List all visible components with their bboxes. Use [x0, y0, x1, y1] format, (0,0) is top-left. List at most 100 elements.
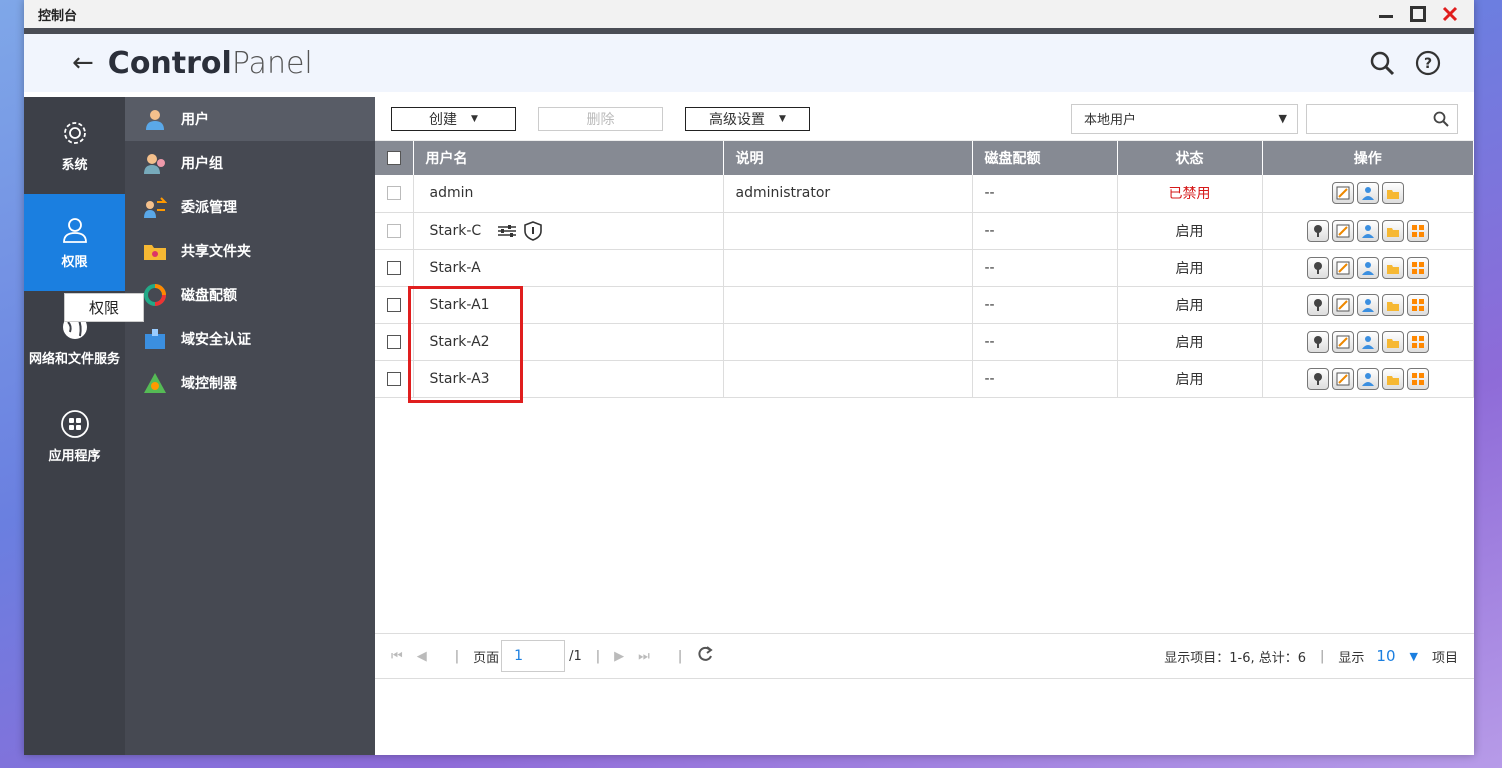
- keyhole-icon[interactable]: [1306, 367, 1329, 390]
- main-nav-rail: 系统 权限 网络和文件服务 应用程序: [24, 97, 125, 755]
- table-row[interactable]: Stark-C -- 启用: [375, 212, 1474, 250]
- keyhole-icon[interactable]: [1306, 293, 1329, 316]
- divider: |: [677, 648, 683, 664]
- shared-folder-permission-icon[interactable]: [1381, 367, 1404, 390]
- edit-icon[interactable]: [1331, 330, 1354, 353]
- user-group-edit-icon[interactable]: [1356, 367, 1379, 390]
- description-cell: [723, 212, 973, 250]
- divider: |: [1320, 648, 1325, 664]
- edit-icon[interactable]: [1331, 219, 1354, 242]
- caret-down-icon[interactable]: ▼: [1410, 650, 1418, 663]
- col-status[interactable]: 状态: [1117, 141, 1263, 175]
- quota-cell: --: [972, 360, 1118, 398]
- delete-button: 删除: [538, 106, 663, 131]
- delete-label: 删除: [586, 111, 615, 128]
- keyhole-icon[interactable]: [1306, 330, 1329, 353]
- quota-cell: --: [972, 249, 1118, 287]
- last-page-icon[interactable]: ⏭: [638, 649, 650, 664]
- row-checkbox[interactable]: [387, 223, 401, 238]
- table-row[interactable]: Stark-A1 -- 启用: [375, 286, 1474, 324]
- edit-icon[interactable]: [1331, 182, 1354, 205]
- brand-bold: Control: [107, 45, 232, 81]
- edit-icon[interactable]: [1331, 293, 1354, 316]
- domain-security-icon: [145, 329, 165, 349]
- row-checkbox[interactable]: [387, 297, 401, 312]
- rail-item-system[interactable]: 系统: [24, 97, 125, 194]
- user-group-edit-icon[interactable]: [1356, 293, 1379, 316]
- show-label: 显示: [1338, 650, 1365, 666]
- app-privilege-icon[interactable]: [1406, 256, 1429, 279]
- sub-item-groups[interactable]: 用户组: [125, 141, 375, 185]
- page-number-input[interactable]: 1: [501, 640, 566, 672]
- app-privilege-icon[interactable]: [1406, 293, 1429, 316]
- refresh-icon[interactable]: [696, 645, 714, 667]
- rail-label-apps: 应用程序: [48, 449, 101, 464]
- quota-cell: --: [972, 286, 1118, 324]
- keyhole-icon[interactable]: [1306, 256, 1329, 279]
- prev-page-icon[interactable]: ◀: [417, 649, 427, 664]
- divider: |: [595, 648, 601, 664]
- sub-item-shared-folders[interactable]: 共享文件夹: [125, 229, 375, 273]
- sub-item-domain-security[interactable]: 域安全认证: [125, 317, 375, 361]
- rail-item-privilege[interactable]: 权限: [24, 194, 125, 291]
- user-group-edit-icon[interactable]: [1356, 256, 1379, 279]
- shared-folder-permission-icon[interactable]: [1381, 219, 1404, 242]
- create-button[interactable]: 创建 ▼: [391, 106, 516, 131]
- shared-folder-permission-icon[interactable]: [1381, 256, 1404, 279]
- minimize-icon[interactable]: [1376, 4, 1396, 24]
- search-input[interactable]: [1306, 103, 1458, 134]
- shared-folder-permission-icon[interactable]: [1381, 293, 1404, 316]
- domain-controller-icon: [144, 373, 166, 393]
- shared-folder-permission-icon[interactable]: [1381, 330, 1404, 353]
- table-row[interactable]: admin administrator -- 已禁用: [375, 175, 1474, 213]
- user-group-edit-icon[interactable]: [1356, 182, 1379, 205]
- delegate-icon: [144, 197, 167, 218]
- create-label: 创建: [429, 111, 458, 128]
- select-all-checkbox[interactable]: [387, 151, 401, 165]
- edit-icon[interactable]: [1331, 256, 1354, 279]
- app-privilege-icon[interactable]: [1406, 367, 1429, 390]
- search-icon[interactable]: [1368, 49, 1396, 77]
- app-privilege-icon[interactable]: [1406, 330, 1429, 353]
- caret-down-icon: ▼: [779, 113, 786, 124]
- table-row[interactable]: Stark-A -- 启用: [375, 249, 1474, 287]
- back-arrow-icon[interactable]: ←: [72, 48, 94, 78]
- control-panel-window: 控制台 ← ControlPanel ? 系统 权限 网络和文件服务 应用程序 …: [24, 0, 1474, 755]
- user-group-edit-icon[interactable]: [1356, 330, 1379, 353]
- first-page-icon[interactable]: ⏮: [391, 649, 403, 664]
- row-checkbox[interactable]: [387, 260, 401, 275]
- col-description[interactable]: 说明: [723, 141, 973, 175]
- row-checkbox[interactable]: [387, 334, 401, 349]
- shared-folder-permission-icon[interactable]: [1381, 182, 1404, 205]
- per-page-select[interactable]: 10: [1376, 647, 1395, 665]
- close-icon[interactable]: [1440, 4, 1460, 24]
- sub-item-domain-controller[interactable]: 域控制器: [125, 361, 375, 405]
- row-checkbox[interactable]: [387, 186, 401, 201]
- description-cell: [723, 249, 973, 287]
- username-text: Stark-C: [429, 222, 482, 239]
- tooltip: 权限: [64, 293, 145, 322]
- next-page-icon[interactable]: ▶: [614, 649, 624, 664]
- sub-item-disk-quota[interactable]: 磁盘配额: [125, 273, 375, 317]
- disk-quota-icon: [144, 284, 166, 306]
- sub-item-delegate[interactable]: 委派管理: [125, 185, 375, 229]
- rail-item-apps[interactable]: 应用程序: [24, 388, 125, 485]
- edit-icon[interactable]: [1331, 367, 1354, 390]
- row-checkbox[interactable]: [387, 371, 401, 386]
- items-summary: 显示项目：1-6, 总计：6: [1164, 650, 1307, 666]
- sub-item-users[interactable]: 用户: [125, 97, 375, 141]
- rail-label-system: 系统: [61, 158, 88, 173]
- col-username[interactable]: 用户名: [413, 141, 724, 175]
- advanced-settings-button[interactable]: 高级设置 ▼: [685, 106, 810, 131]
- help-icon[interactable]: ?: [1414, 49, 1442, 77]
- keyhole-icon[interactable]: [1306, 219, 1329, 242]
- user-type-select[interactable]: 本地用户 ▼: [1071, 103, 1298, 134]
- table-row[interactable]: Stark-A3 -- 启用: [375, 360, 1474, 398]
- table-row[interactable]: Stark-A2 -- 启用: [375, 323, 1474, 361]
- app-privilege-icon[interactable]: [1406, 219, 1429, 242]
- user-group-edit-icon[interactable]: [1356, 219, 1379, 242]
- window-title: 控制台: [38, 8, 78, 24]
- col-quota[interactable]: 磁盘配额: [972, 141, 1118, 175]
- maximize-icon[interactable]: [1408, 4, 1428, 24]
- quota-cell: --: [972, 175, 1118, 213]
